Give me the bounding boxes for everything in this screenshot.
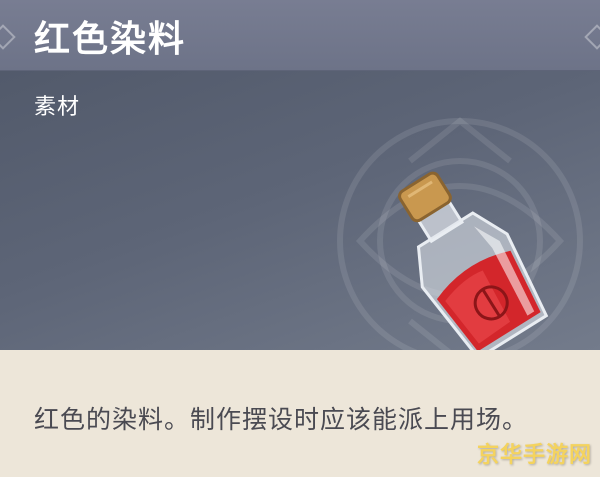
item-description: 红色的染料。制作摆设时应该能派上用场。	[34, 405, 529, 434]
red-dye-bottle-icon	[398, 171, 549, 350]
item-header: 素材	[0, 71, 600, 350]
item-name: 红色染料	[34, 19, 187, 60]
watermark: 京华手游网	[476, 443, 592, 468]
item-card: 红色染料 素材 红色的染料。制作摆设时应该能派上用场。 京华手游网	[0, 0, 600, 477]
title-bar: 红色染料	[0, 0, 600, 71]
item-category: 素材	[34, 95, 81, 120]
